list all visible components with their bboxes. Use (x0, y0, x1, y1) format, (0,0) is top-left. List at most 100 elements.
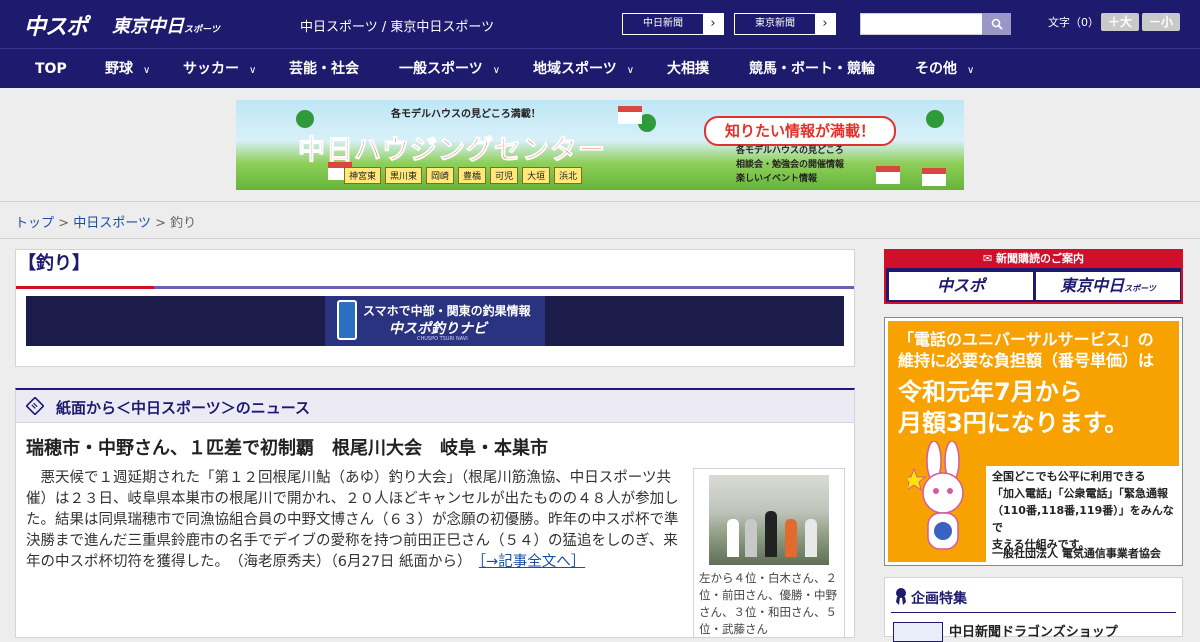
breadcrumb: トップ > 中日スポーツ > 釣り (15, 212, 196, 231)
tree-graphic (926, 110, 944, 128)
search-input[interactable] (860, 13, 983, 35)
banner-top-copy: 各モデルハウスの見どころ満載！ (391, 109, 541, 120)
universal-service-ad[interactable]: 「電話のユニバーサルサービス」の 維持に必要な負担額（番号単価）は 令和元年7月… (884, 317, 1183, 566)
page-title: 【釣り】 (18, 253, 90, 274)
banner-bubble: 知りたい情報が満載！ (704, 116, 896, 146)
subscribe-box: ✉ 新聞購読のご案内 中スポ 東京中日スポーツ (884, 249, 1183, 304)
font-smaller-button[interactable]: －小 (1142, 13, 1180, 31)
universal-service-ad-body: 「電話のユニバーサルサービス」の 維持に必要な負担額（番号単価）は 令和元年7月… (888, 321, 1179, 562)
banner-city: 豊橋 (458, 167, 487, 184)
tsuri-navi-banner[interactable]: スマホで中部・関東の釣果情報 中スポ釣りナビ CHUSPO TSURI NAVI (26, 296, 844, 346)
tree-graphic (296, 110, 314, 128)
nav-item-general-sports[interactable]: 一般スポーツ ∨ (399, 49, 500, 89)
banner-city: 浜北 (554, 167, 583, 184)
tsuri-navi-inner: スマホで中部・関東の釣果情報 中スポ釣りナビ CHUSPO TSURI NAVI (325, 296, 545, 346)
banner-city: 大垣 (522, 167, 551, 184)
nav-item-entertainment[interactable]: 芸能・社会 (289, 49, 359, 89)
banner-city: 岡崎 (426, 167, 455, 184)
news-section: 紙面から＜中日スポーツ＞のニュース 瑞穂市・中野さん、１匹差で初制覇 根尾川大会… (15, 388, 855, 638)
banner-feature: 相談会・勉強会の開催情報 (736, 160, 845, 170)
housing-center-banner[interactable]: 各モデルハウスの見どころ満載！ 中日ハウジングセンター 知りたい情報が満載！ 各… (236, 100, 964, 190)
article-photo[interactable] (709, 475, 829, 565)
nav-item-label: 地域スポーツ (533, 61, 617, 77)
ad-organization: 一般社団法人 電気通信事業者協会 (992, 547, 1161, 560)
nav-item-label: 大相撲 (667, 61, 709, 77)
breadcrumb-separator: > (58, 216, 70, 231)
tokyo-shimbun-link[interactable]: 東京新聞 › (734, 13, 836, 35)
ad-line: 「電話のユニバーサルサービス」の 維持に必要な負担額（番号単価）は (898, 329, 1154, 371)
subscribe-tokyo-label: 東京中日 (1060, 276, 1125, 295)
newspaper-icon (26, 397, 44, 415)
ad-line-2: 維持に必要な負担額（番号単価）は (898, 351, 1155, 370)
features-rule (891, 612, 1176, 613)
article-summary: 悪天候で１週延期された「第１２回根尾川鮎（あゆ）釣り大会」（根尾川筋漁協、中日ス… (26, 468, 686, 573)
feature-item-link[interactable]: 中日新聞ドラゴンズショップ (949, 621, 1118, 640)
tokyo-chunichi-logo[interactable]: 東京中日スポーツ (112, 12, 220, 38)
mail-icon: ✉ (982, 252, 997, 265)
nav-item-baseball[interactable]: 野球 ∨ (105, 49, 150, 89)
smartphone-icon (337, 300, 357, 340)
ad-detail-text: 全国どこでも公平に利用できる 「加入電話」「公衆電話」「緊急通報 （110番,1… (992, 468, 1179, 553)
article-photo-box: 左から４位・白木さん、２位・前田さん、優勝・中野さん、３位・和田さん、５位・武藤… (693, 468, 845, 638)
nav-item-label: サッカー (183, 61, 239, 77)
banner-city: 黒川東 (385, 167, 423, 184)
nav-item-other[interactable]: その他 ∨ (915, 49, 974, 89)
read-more-link[interactable]: ［→記事全文へ］ (479, 554, 585, 570)
nav-item-label: その他 (915, 61, 957, 77)
ad-line-4: 月額3円になります。 (898, 409, 1129, 437)
chevron-down-icon: ∨ (967, 65, 975, 76)
subscribe-heading-text: 新聞購読のご案内 (996, 252, 1085, 265)
tokyo-shimbun-label: 東京新聞 (735, 14, 815, 34)
main-nav: TOP 野球 ∨ サッカー ∨ 芸能・社会 一般スポーツ ∨ 地域スポーツ ∨ 大相撲 … (0, 48, 1200, 88)
bunny-mascot-icon (908, 441, 964, 550)
tokyo-logo-suffix: スポーツ (184, 25, 220, 35)
chevron-down-icon: ∨ (249, 65, 257, 76)
font-size-label: 文字（0） (1048, 16, 1099, 29)
breadcrumb-link-top[interactable]: トップ (15, 216, 54, 231)
title-rule (16, 286, 854, 289)
nav-item-local-sports[interactable]: 地域スポーツ ∨ (533, 49, 634, 89)
tsuri-navi-line1: スマホで中部・関東の釣果情報 (363, 304, 531, 318)
nav-item-label: 芸能・社会 (289, 61, 359, 77)
chunichi-shimbun-label: 中日新聞 (623, 14, 703, 34)
tsuri-navi-line3: CHUSPO TSURI NAVI (417, 336, 468, 342)
breadcrumb-link-chunichi-sports[interactable]: 中日スポーツ (73, 216, 151, 231)
nav-item-racing[interactable]: 競馬・ボート・競輪 (749, 49, 875, 89)
category-section: 【釣り】 スマホで中部・関東の釣果情報 中スポ釣りナビ CHUSPO TSURI… (15, 249, 855, 367)
nav-item-sumo[interactable]: 大相撲 (667, 49, 709, 89)
site-title: 中日スポーツ / 東京中日スポーツ (300, 20, 495, 35)
banner-city: 可児 (490, 167, 519, 184)
ad-detail-2: 「加入電話」「公衆電話」「緊急通報 (992, 487, 1168, 500)
breadcrumb-separator: > (155, 216, 166, 231)
nav-item-label: TOP (35, 61, 67, 77)
breadcrumb-bar: トップ > 中日スポーツ > 釣り (0, 201, 1200, 239)
photo-caption: 左から４位・白木さん、２位・前田さん、優勝・中野さん、３位・和田さん、５位・武藤… (699, 571, 837, 636)
chevron-down-icon: ∨ (626, 65, 635, 76)
chevron-down-icon: ∨ (143, 65, 151, 76)
top-header: 中スポ 東京中日スポーツ 中日スポーツ / 東京中日スポーツ 中日新聞 › 東京… (0, 0, 1200, 48)
chunichi-shimbun-link[interactable]: 中日新聞 › (622, 13, 724, 35)
chuspo-logo[interactable]: 中スポ (24, 9, 88, 41)
banner-city: 神宮東 (344, 167, 382, 184)
banner-cities: 神宮東 黒川東 岡崎 豊橋 可児 大垣 浜北 (344, 167, 583, 184)
article-headline[interactable]: 瑞穂市・中野さん、１匹差で初制覇 根尾川大会 岐阜・本巣市 (26, 434, 548, 460)
nav-item-label: 競馬・ボート・競輪 (749, 61, 875, 77)
ad-line-1: 「電話のユニバーサルサービス」の (898, 330, 1154, 349)
nav-item-top[interactable]: TOP (35, 49, 67, 89)
photo-person (727, 519, 739, 557)
dragons-shop-thumbnail[interactable] (893, 622, 943, 642)
news-section-header: 紙面から＜中日スポーツ＞のニュース (16, 390, 854, 423)
photo-person (805, 519, 817, 557)
subscribe-tokyo-button[interactable]: 東京中日スポーツ (1036, 272, 1180, 300)
font-larger-button[interactable]: ＋大 (1101, 13, 1139, 31)
title-rule-accent (16, 286, 154, 289)
subscribe-heading: ✉ 新聞購読のご案内 (884, 249, 1183, 268)
nav-item-soccer[interactable]: サッカー ∨ (183, 49, 256, 89)
subscribe-chuspo-button[interactable]: 中スポ (889, 272, 1033, 300)
photo-person (765, 511, 777, 557)
search-button[interactable] (982, 13, 1011, 35)
nav-item-label: 一般スポーツ (399, 61, 483, 77)
nav-item-label: 野球 (105, 61, 133, 77)
features-box: 企画特集 中日新聞ドラゴンズショップ (884, 577, 1183, 642)
chevron-right-icon: › (703, 14, 723, 34)
